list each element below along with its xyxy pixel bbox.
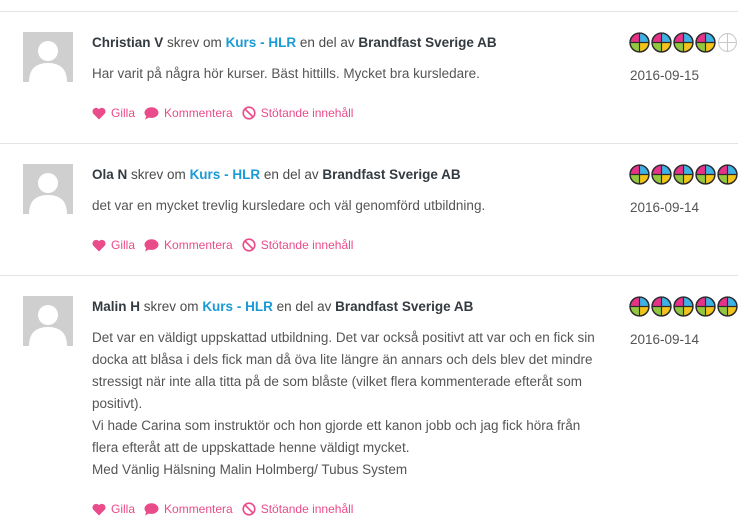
review-date: 2016-09-15 — [630, 68, 700, 83]
review-date: 2016-09-14 — [630, 332, 700, 347]
review-header: Malin H skrev om Kurs - HLR en del av Br… — [92, 299, 473, 314]
comment-button[interactable]: Kommentera — [144, 238, 233, 252]
review-divider — [0, 275, 738, 276]
rating — [629, 32, 739, 53]
review-text: Det var en väldigt uppskattad utbildning… — [92, 327, 612, 481]
review-divider — [0, 11, 738, 12]
like-button[interactable]: Gilla — [92, 106, 135, 120]
review-text-line: docka att blåsa i dels fick man då öva l… — [92, 352, 593, 367]
rating-filled-icon — [695, 164, 716, 185]
part-of-text: en del av — [299, 35, 355, 50]
company-link[interactable]: Brandfast Sverige AB — [358, 35, 496, 50]
wrote-about-text: skrev om — [167, 35, 222, 50]
review-actions: Gilla Kommentera Stötande innehåll — [92, 106, 362, 120]
rating — [629, 164, 739, 185]
comment-button[interactable]: Kommentera — [144, 502, 233, 516]
review-text-line: positivt). — [92, 396, 143, 411]
report-button[interactable]: Stötande innehåll — [242, 502, 354, 516]
review-divider — [0, 143, 738, 144]
heart-icon — [92, 239, 106, 251]
review-text-line: Det var en väldigt uppskattad utbildning… — [92, 330, 595, 345]
reviewer-name[interactable]: Malin H — [92, 299, 140, 314]
comment-label: Kommentera — [164, 502, 233, 516]
rating-filled-icon — [673, 296, 694, 317]
report-label: Stötande innehåll — [260, 106, 354, 120]
review-text: Har varit på några hör kurser. Bäst hitt… — [92, 63, 612, 85]
prohibited-icon — [242, 502, 256, 516]
review-text-line: Med Vänlig Hälsning Malin Holmberg/ Tubu… — [92, 462, 408, 477]
rating — [629, 296, 739, 317]
reviewer-name[interactable]: Christian V — [92, 35, 163, 50]
rating-filled-icon — [629, 32, 650, 53]
review-actions: Gilla Kommentera Stötande innehåll — [92, 238, 362, 252]
company-link[interactable]: Brandfast Sverige AB — [335, 299, 473, 314]
rating-filled-icon — [651, 32, 672, 53]
user-silhouette-icon — [29, 173, 67, 214]
review-text-line: Vi hade Carina som instruktör och hon gj… — [92, 418, 581, 433]
part-of-text: en del av — [276, 299, 332, 314]
prohibited-icon — [242, 238, 256, 252]
wrote-about-text: skrev om — [131, 167, 186, 182]
comment-bubble-icon — [144, 106, 159, 119]
rating-filled-icon — [673, 32, 694, 53]
report-label: Stötande innehåll — [260, 502, 354, 516]
reviewer-name[interactable]: Ola N — [92, 167, 127, 182]
like-button[interactable]: Gilla — [92, 502, 135, 516]
rating-filled-icon — [695, 32, 716, 53]
like-label: Gilla — [111, 238, 136, 252]
report-label: Stötande innehåll — [260, 238, 354, 252]
rating-empty-icon — [718, 33, 737, 52]
review-text-line: flera efteråt att de uppskattade henne v… — [92, 440, 410, 455]
report-button[interactable]: Stötande innehåll — [242, 106, 354, 120]
like-label: Gilla — [111, 502, 136, 516]
comment-label: Kommentera — [164, 106, 233, 120]
review-text-line: stressigt när inte alla titta på de som … — [92, 374, 582, 389]
comment-bubble-icon — [144, 502, 159, 515]
report-button[interactable]: Stötande innehåll — [242, 238, 354, 252]
user-silhouette-icon — [29, 41, 67, 82]
review-text: det var en mycket trevlig kursledare och… — [92, 195, 612, 217]
review-text-line: Har varit på några hör kurser. Bäst hitt… — [92, 66, 480, 81]
avatar[interactable] — [23, 164, 73, 214]
avatar[interactable] — [23, 296, 73, 346]
review-text-line: det var en mycket trevlig kursledare och… — [92, 198, 486, 213]
course-link[interactable]: Kurs - HLR — [202, 299, 273, 314]
comment-label: Kommentera — [164, 238, 233, 252]
like-label: Gilla — [111, 106, 136, 120]
course-link[interactable]: Kurs - HLR — [226, 35, 297, 50]
wrote-about-text: skrev om — [143, 299, 199, 314]
review-header: Ola N skrev om Kurs - HLR en del av Bran… — [92, 167, 461, 182]
review-date: 2016-09-14 — [630, 200, 700, 215]
user-silhouette-icon — [29, 305, 67, 346]
like-button[interactable]: Gilla — [92, 238, 135, 252]
comment-bubble-icon — [144, 238, 159, 251]
comment-button[interactable]: Kommentera — [144, 106, 233, 120]
rating-filled-icon — [651, 296, 672, 317]
review-actions: Gilla Kommentera Stötande innehåll — [92, 502, 362, 516]
rating-filled-icon — [717, 296, 738, 317]
review-header: Christian V skrev om Kurs - HLR en del a… — [92, 35, 497, 50]
prohibited-icon — [242, 106, 256, 120]
rating-filled-icon — [629, 296, 650, 317]
rating-filled-icon — [695, 296, 716, 317]
rating-filled-icon — [651, 164, 672, 185]
rating-filled-icon — [629, 164, 650, 185]
avatar[interactable] — [23, 32, 73, 82]
rating-filled-icon — [673, 164, 694, 185]
part-of-text: en del av — [263, 167, 319, 182]
course-link[interactable]: Kurs - HLR — [190, 167, 261, 182]
company-link[interactable]: Brandfast Sverige AB — [322, 167, 460, 182]
rating-filled-icon — [717, 164, 738, 185]
heart-icon — [92, 503, 106, 515]
heart-icon — [92, 107, 106, 119]
